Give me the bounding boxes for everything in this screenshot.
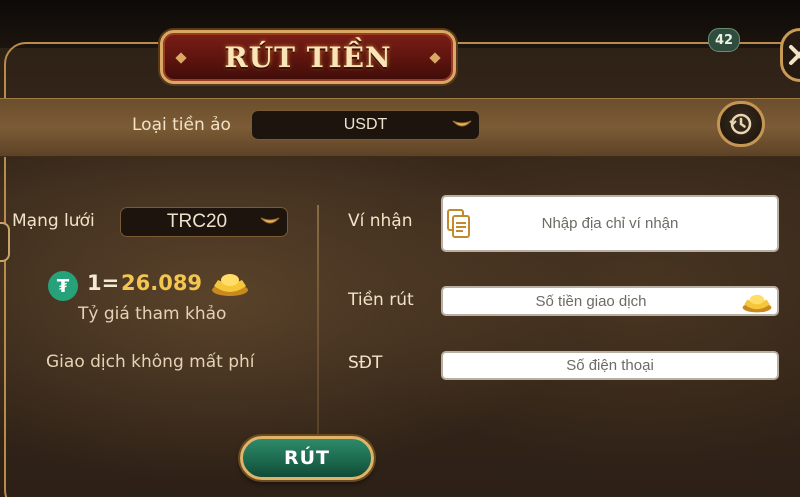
- side-tab[interactable]: [0, 222, 10, 262]
- close-icon: [789, 45, 800, 65]
- title-banner: RÚT TIỀN: [160, 30, 456, 84]
- history-button[interactable]: [717, 101, 765, 147]
- rate-prefix: 1=: [87, 271, 120, 295]
- chevron-down-icon: [452, 120, 472, 127]
- wallet-address-input[interactable]: [443, 197, 777, 250]
- amount-input[interactable]: [443, 288, 777, 314]
- network-selected-value: TRC20: [166, 211, 228, 232]
- phone-input[interactable]: [443, 353, 777, 378]
- level-badge: 42: [708, 28, 740, 52]
- exchange-rate-value: 26.089: [121, 271, 203, 295]
- currency-selected-value: USDT: [343, 116, 388, 133]
- close-button[interactable]: [780, 28, 800, 82]
- dialog-title: RÚT TIỀN: [224, 40, 392, 74]
- chevron-down-icon: [260, 217, 280, 224]
- withdraw-button[interactable]: RÚT: [240, 436, 374, 480]
- tether-icon: ₮: [48, 271, 78, 301]
- rate-caption: Tỷ giá tham khảo: [78, 304, 227, 324]
- column-divider: [317, 205, 319, 435]
- phone-field[interactable]: [441, 351, 779, 380]
- wallet-address-field[interactable]: [441, 195, 779, 252]
- fee-note: Giao dịch không mất phí: [46, 352, 255, 372]
- wallet-label: Ví nhận: [348, 211, 413, 231]
- amount-field[interactable]: [441, 286, 779, 316]
- currency-select[interactable]: USDT: [251, 110, 480, 140]
- amount-label: Tiền rút: [348, 290, 414, 310]
- network-select[interactable]: TRC20: [120, 207, 288, 237]
- currency-label: Loại tiền ảo: [132, 115, 231, 135]
- gold-ingot-icon: [212, 274, 248, 296]
- network-label: Mạng lưới: [12, 211, 95, 231]
- history-icon: [729, 113, 752, 135]
- withdraw-dialog: RÚT TIỀN 42 Loại tiền ảo USDT Mạng lưới …: [0, 0, 800, 497]
- gold-ingot-icon: [742, 294, 772, 313]
- phone-label: SĐT: [348, 353, 383, 373]
